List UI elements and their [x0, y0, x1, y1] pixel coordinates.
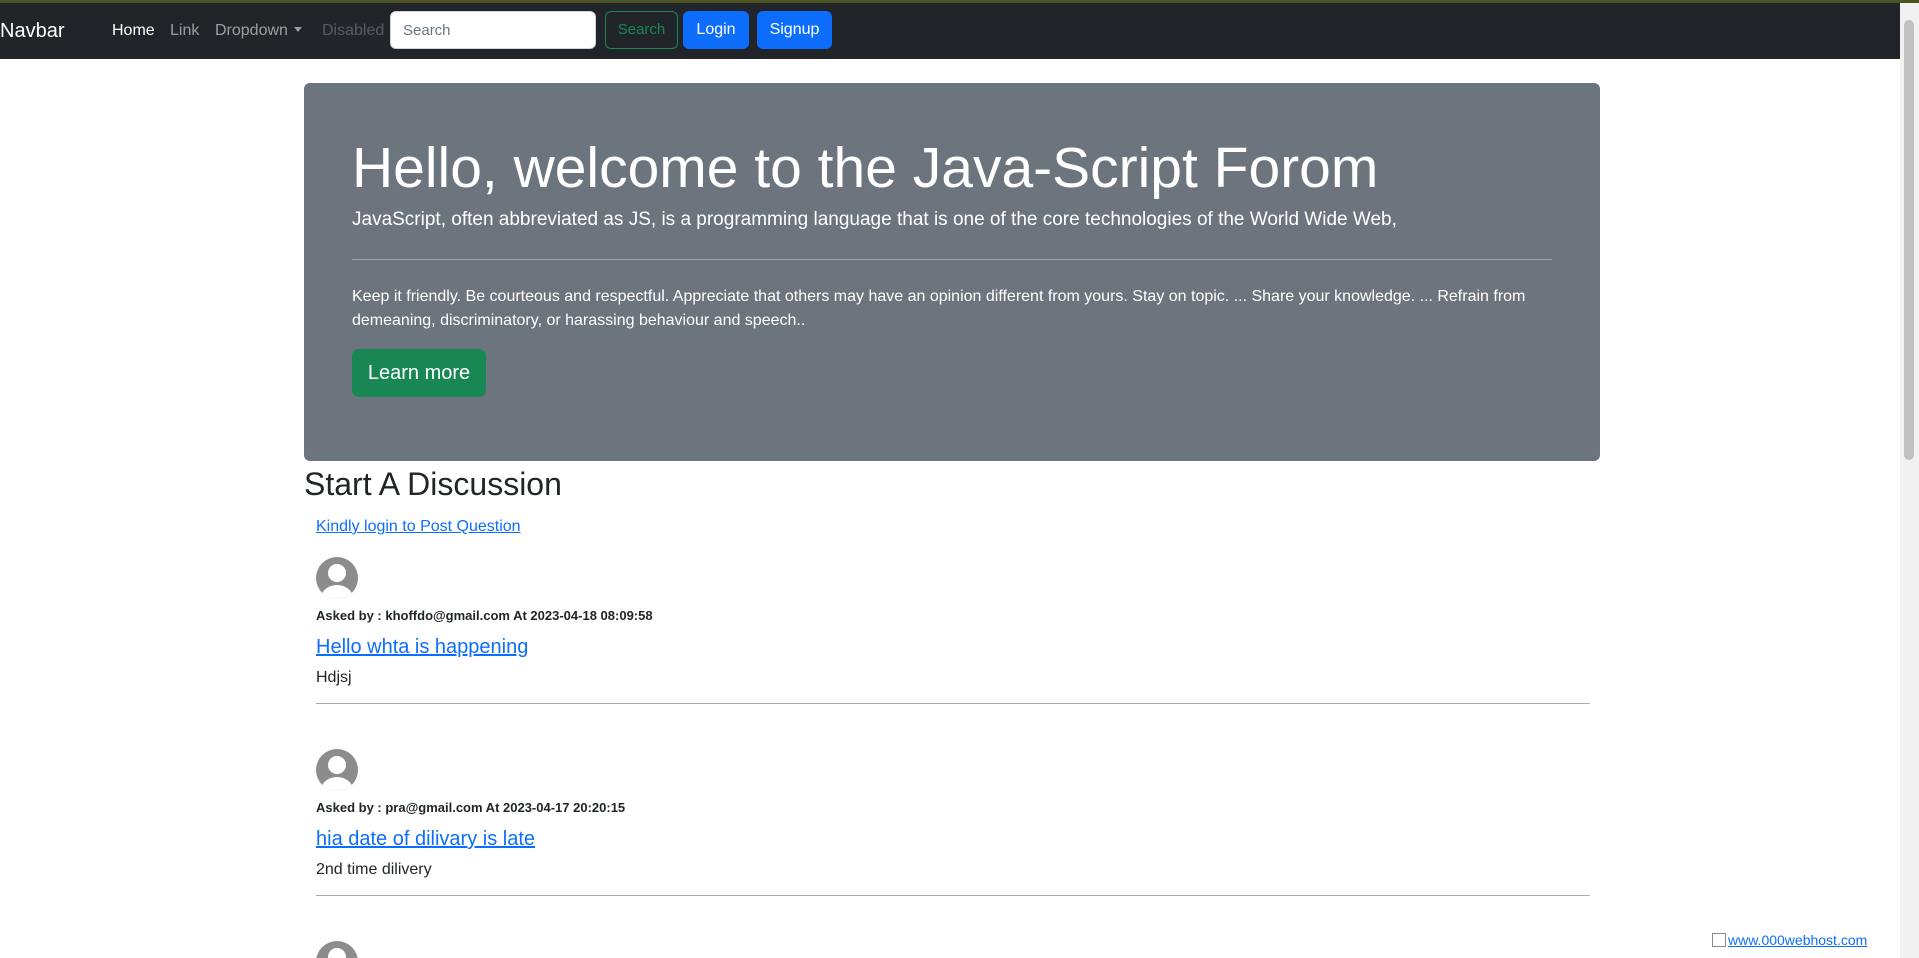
nav-disabled-link: Disabled — [322, 22, 385, 39]
login-to-post-link[interactable]: Kindly login to Post Question — [316, 518, 521, 536]
jumbotron-divider — [352, 259, 1552, 260]
question-title-link[interactable]: hia date of dilivary is late — [316, 828, 535, 851]
question-divider — [316, 895, 1590, 896]
user-avatar-icon — [316, 941, 358, 958]
signup-button[interactable]: Signup — [757, 11, 832, 49]
navbar-brand[interactable]: Navbar — [0, 3, 64, 59]
jumbotron-title: Hello, welcome to the Java-Script Forom — [352, 136, 1379, 200]
nav-dropdown-label: Dropdown — [215, 22, 288, 39]
user-avatar-icon — [316, 557, 358, 599]
learn-more-button[interactable]: Learn more — [352, 349, 486, 397]
question-meta: Asked by : khoffdo@gmail.com At 2023-04-… — [316, 608, 653, 623]
search-button[interactable]: Search — [605, 11, 678, 49]
question-divider — [316, 703, 1590, 704]
login-button[interactable]: Login — [683, 11, 749, 49]
nav-link[interactable]: Link — [170, 3, 199, 59]
scrollbar-thumb[interactable] — [1904, 20, 1914, 460]
start-discussion-heading: Start A Discussion — [304, 466, 562, 502]
chevron-down-icon — [293, 27, 302, 32]
nav-home-link[interactable]: Home — [112, 3, 155, 59]
question-item-partial — [316, 941, 1590, 958]
webhost-badge-link[interactable]: www.000webhost.com — [1712, 932, 1867, 948]
navbar: Navbar Home Link Dropdown Disabled Searc… — [0, 3, 1900, 59]
jumbotron: Hello, welcome to the Java-Script Forom … — [304, 83, 1600, 461]
user-avatar-icon — [316, 749, 358, 791]
question-title-link[interactable]: Hello whta is happening — [316, 636, 528, 659]
search-input[interactable] — [390, 11, 596, 49]
nav-dropdown[interactable]: Dropdown — [215, 3, 302, 59]
question-meta: Asked by : pra@gmail.com At 2023-04-17 2… — [316, 800, 626, 815]
question-description: Hdjsj — [316, 669, 352, 686]
broken-image-icon — [1712, 933, 1726, 947]
question-description: 2nd time dilivery — [316, 861, 432, 878]
forum-rules-text: Keep it friendly. Be courteous and respe… — [352, 288, 1526, 329]
jumbotron-lead: JavaScript, often abbreviated as JS, is … — [352, 209, 1397, 230]
webhost-badge-text: www.000webhost.com — [1728, 932, 1868, 948]
